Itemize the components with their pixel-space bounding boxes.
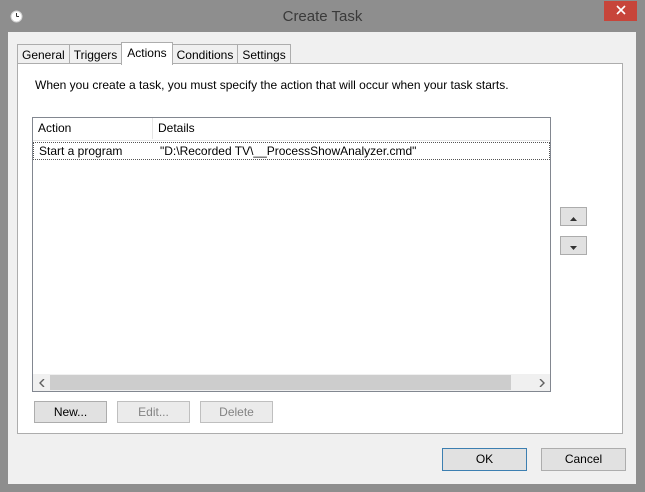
- list-item[interactable]: Start a program "D:\Recorded TV\__Proces…: [33, 142, 550, 160]
- edit-action-button[interactable]: Edit...: [117, 401, 190, 423]
- list-header: Action Details: [33, 118, 550, 141]
- arrow-up-icon: [570, 210, 577, 224]
- actions-panel: When you create a task, you must specify…: [17, 63, 623, 434]
- tab-conditions[interactable]: Conditions: [171, 44, 239, 64]
- horizontal-scrollbar[interactable]: [33, 374, 550, 391]
- title-bar[interactable]: Create Task: [1, 1, 644, 32]
- action-cell: Start a program: [39, 144, 123, 158]
- instruction-text: When you create a task, you must specify…: [35, 78, 509, 92]
- scrollbar-thumb[interactable]: [50, 375, 511, 390]
- new-action-button[interactable]: New...: [34, 401, 107, 423]
- ok-button[interactable]: OK: [442, 448, 527, 471]
- column-header-details[interactable]: Details: [153, 118, 550, 139]
- dialog-body: General Triggers Actions Conditions Sett…: [8, 32, 636, 484]
- arrow-down-icon: [570, 239, 577, 253]
- tab-actions[interactable]: Actions: [121, 42, 173, 65]
- close-icon: [615, 4, 626, 18]
- window-border-right: [636, 32, 644, 484]
- window-border-bottom: [1, 484, 644, 491]
- column-header-action[interactable]: Action: [33, 118, 153, 139]
- delete-action-button[interactable]: Delete: [200, 401, 273, 423]
- close-button[interactable]: [604, 1, 637, 21]
- actions-list[interactable]: Action Details Start a program "D:\Recor…: [32, 117, 551, 392]
- tab-settings[interactable]: Settings: [237, 44, 291, 64]
- chevron-right-icon[interactable]: [533, 374, 550, 391]
- tab-strip: General Triggers Actions Conditions Sett…: [17, 42, 291, 65]
- move-down-button[interactable]: [560, 236, 587, 255]
- chevron-left-icon[interactable]: [33, 374, 50, 391]
- details-cell: "D:\Recorded TV\__ProcessShowAnalyzer.cm…: [160, 144, 417, 158]
- move-up-button[interactable]: [560, 207, 587, 226]
- create-task-window: Create Task General Triggers Actions Con…: [0, 0, 645, 492]
- tab-triggers[interactable]: Triggers: [68, 44, 123, 64]
- cancel-button[interactable]: Cancel: [541, 448, 626, 471]
- window-title: Create Task: [282, 8, 363, 25]
- tab-general[interactable]: General: [17, 44, 70, 64]
